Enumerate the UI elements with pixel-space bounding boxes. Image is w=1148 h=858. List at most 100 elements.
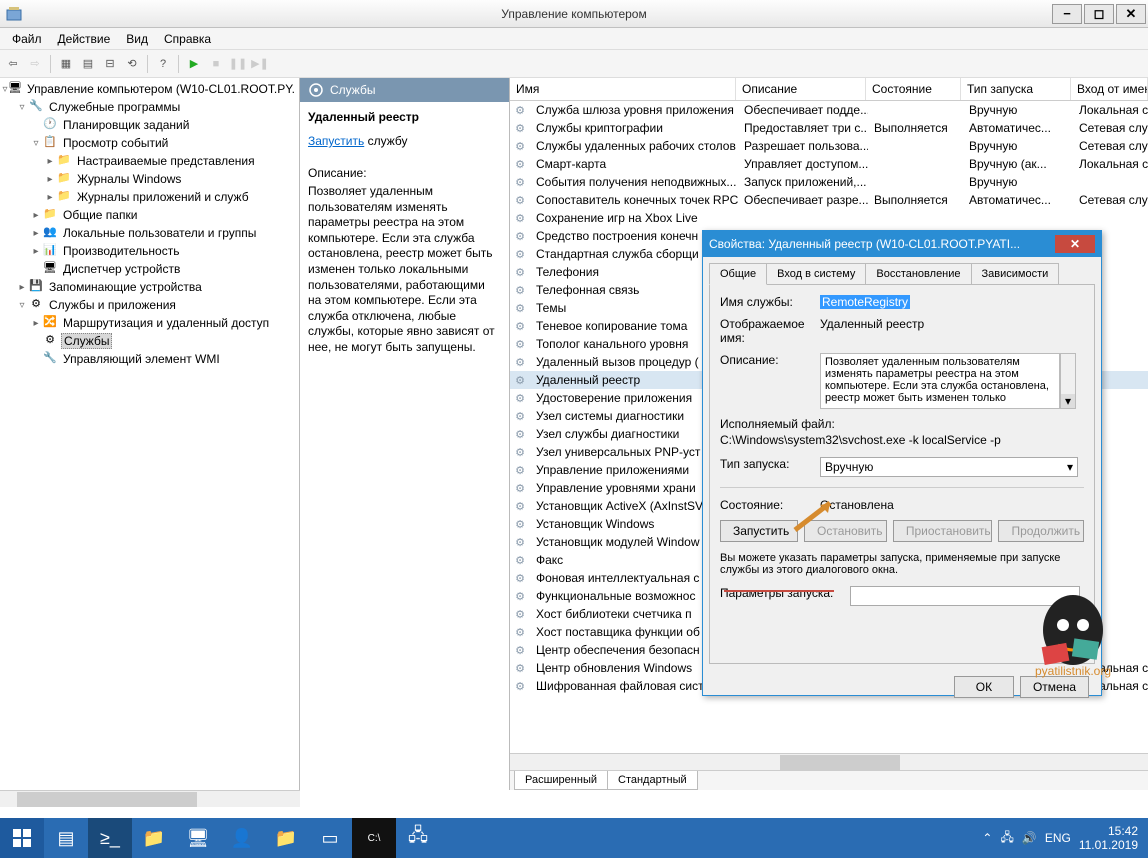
- menu-bar: Файл Действие Вид Справка: [0, 28, 1148, 50]
- tree-item[interactable]: ⚙Службы: [2, 332, 297, 350]
- taskbar-app2[interactable]: 👤: [220, 818, 264, 858]
- tab-extended[interactable]: Расширенный: [514, 771, 608, 790]
- taskbar-app1[interactable]: 🖥: [176, 818, 220, 858]
- col-desc[interactable]: Описание: [736, 78, 866, 100]
- tab-deps[interactable]: Зависимости: [971, 263, 1060, 285]
- start-button[interactable]: [0, 818, 44, 858]
- val-service-name[interactable]: RemoteRegistry: [820, 295, 910, 309]
- cancel-button[interactable]: Отмена: [1020, 676, 1089, 698]
- startup-type-select[interactable]: Вручную ▾: [820, 457, 1078, 477]
- show-hide-icon[interactable]: ▦: [57, 55, 75, 73]
- help-icon[interactable]: ?: [154, 55, 172, 73]
- props-icon[interactable]: ▤: [79, 55, 97, 73]
- tree-item[interactable]: ▸📊Производительность: [2, 242, 297, 260]
- gear-icon: ⚙: [512, 264, 528, 280]
- taskbar: ▤ ≥_ 📁 🖥 👤 📁 ▭ C:\ 🖧 ⌃ 🖧 🔊 ENG 15:42 11.…: [0, 818, 1148, 858]
- maximize-button[interactable]: ◻: [1084, 4, 1114, 24]
- taskbar-cmd[interactable]: C:\: [352, 818, 396, 858]
- tray-network-icon[interactable]: 🖧: [1000, 828, 1013, 849]
- tree-item[interactable]: ▸🔀Маршрутизация и удаленный доступ: [2, 314, 297, 332]
- tree-root[interactable]: ▿🖥 Управление компьютером (W10-CL01.ROOT…: [2, 80, 297, 98]
- tree-item[interactable]: ▿📋Просмотр событий: [2, 134, 297, 152]
- start-params-input[interactable]: [850, 586, 1080, 606]
- gear-icon: ⚙: [512, 282, 528, 298]
- gear-icon: ⚙: [512, 444, 528, 460]
- ok-button[interactable]: ОК: [954, 676, 1014, 698]
- menu-action[interactable]: Действие: [50, 30, 119, 48]
- gear-icon: ⚙: [512, 156, 528, 172]
- title-bar: Управление компьютером − ◻ ✕: [0, 0, 1148, 28]
- detail-header: Службы: [300, 78, 509, 102]
- minimize-button[interactable]: −: [1052, 4, 1082, 24]
- export-icon[interactable]: ⟲: [123, 55, 141, 73]
- tree-item[interactable]: ▸💾Запоминающие устройства: [2, 278, 297, 296]
- gear-icon: ⚙: [512, 192, 528, 208]
- col-login[interactable]: Вход от имен: [1071, 78, 1148, 100]
- lbl-service-name: Имя службы:: [720, 295, 820, 309]
- start-button[interactable]: Запустить: [720, 520, 798, 542]
- tray-clock[interactable]: 15:42 11.01.2019: [1079, 824, 1138, 853]
- col-state[interactable]: Состояние: [866, 78, 961, 100]
- h-scrollbar[interactable]: [510, 753, 1148, 770]
- dialog-title-bar[interactable]: Свойства: Удаленный реестр (W10-CL01.ROO…: [703, 231, 1101, 257]
- menu-view[interactable]: Вид: [118, 30, 156, 48]
- start-service-link[interactable]: Запустить: [308, 134, 364, 148]
- red-underline-annotation: [724, 590, 834, 592]
- taskbar-server-manager[interactable]: ▤: [44, 818, 88, 858]
- gear-icon: ⚙: [512, 570, 528, 586]
- desc-scrollbar[interactable]: ▾: [1060, 353, 1076, 409]
- gear-icon: ⚙: [512, 462, 528, 478]
- taskbar-powershell[interactable]: ≥_: [88, 818, 132, 858]
- taskbar-app3[interactable]: 📁: [264, 818, 308, 858]
- tree-item[interactable]: ▸📁Журналы приложений и служб: [2, 188, 297, 206]
- refresh-icon[interactable]: ⊟: [101, 55, 119, 73]
- tab-logon[interactable]: Вход в систему: [766, 263, 866, 285]
- gear-icon: ⚙: [512, 534, 528, 550]
- play-icon[interactable]: ▶: [185, 55, 203, 73]
- tree-item[interactable]: ▸👥Локальные пользователи и группы: [2, 224, 297, 242]
- tree-item[interactable]: ▸📁Настраиваемые представления: [2, 152, 297, 170]
- taskbar-app4[interactable]: ▭: [308, 818, 352, 858]
- gear-icon: ⚙: [512, 624, 528, 640]
- gear-icon: ⚙: [512, 678, 528, 694]
- forward-icon[interactable]: ⇨: [26, 55, 44, 73]
- gear-icon: ⚙: [512, 552, 528, 568]
- tree-item[interactable]: ▸📁Журналы Windows: [2, 170, 297, 188]
- tray-up-icon[interactable]: ⌃: [982, 831, 992, 845]
- restart-icon[interactable]: ▶❚: [251, 55, 269, 73]
- back-icon[interactable]: ⇦: [4, 55, 22, 73]
- dialog-close-button[interactable]: ✕: [1055, 235, 1095, 253]
- tab-recovery[interactable]: Восстановление: [865, 263, 971, 285]
- stop-button: Остановить: [804, 520, 887, 542]
- col-name[interactable]: Имя: [510, 78, 736, 100]
- lbl-exe-path: Исполняемый файл:: [720, 417, 835, 431]
- description-box[interactable]: Позволяет удаленным пользователям изменя…: [820, 353, 1060, 409]
- pause-icon[interactable]: ❚❚: [229, 55, 247, 73]
- gear-icon: ⚙: [512, 102, 528, 118]
- toolbar: ⇦ ⇨ ▦ ▤ ⊟ ⟲ ? ▶ ■ ❚❚ ▶❚: [0, 50, 1148, 78]
- tree-item[interactable]: 🔧Управляющий элемент WMI: [2, 350, 297, 368]
- menu-file[interactable]: Файл: [4, 30, 50, 48]
- close-button[interactable]: ✕: [1116, 4, 1146, 24]
- tray-sound-icon[interactable]: 🔊: [1022, 831, 1037, 845]
- tab-standard[interactable]: Стандартный: [607, 771, 698, 790]
- taskbar-explorer[interactable]: 📁: [132, 818, 176, 858]
- tray-lang[interactable]: ENG: [1045, 831, 1071, 845]
- gear-icon: ⚙: [512, 318, 528, 334]
- resume-button: Продолжить: [998, 520, 1084, 542]
- tree-item[interactable]: ▿🔧Служебные программы: [2, 98, 297, 116]
- taskbar-mmc[interactable]: 🖧: [396, 818, 440, 858]
- stop-icon[interactable]: ■: [207, 55, 225, 73]
- tab-general[interactable]: Общие: [709, 263, 767, 285]
- console-tree[interactable]: ▿🖥 Управление компьютером (W10-CL01.ROOT…: [0, 78, 300, 790]
- tree-item[interactable]: 🖥Диспетчер устройств: [2, 260, 297, 278]
- lbl-start-params: Параметры запуска:: [720, 586, 850, 600]
- tree-h-scrollbar[interactable]: [0, 790, 300, 807]
- col-start[interactable]: Тип запуска: [961, 78, 1071, 100]
- tree-item[interactable]: 🕐Планировщик заданий: [2, 116, 297, 134]
- chevron-down-icon: ▾: [1067, 460, 1073, 474]
- tree-item[interactable]: ▿⚙Службы и приложения: [2, 296, 297, 314]
- menu-help[interactable]: Справка: [156, 30, 219, 48]
- tree-item[interactable]: ▸📁Общие папки: [2, 206, 297, 224]
- gear-icon: ⚙: [512, 498, 528, 514]
